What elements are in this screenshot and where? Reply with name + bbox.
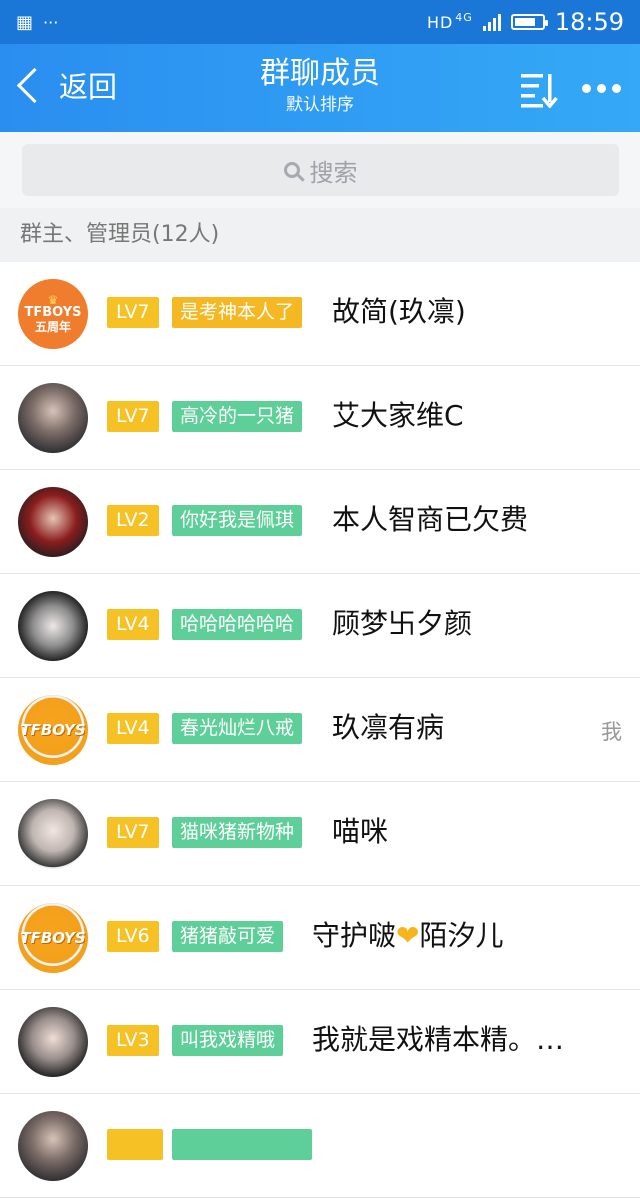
signal-icon — [482, 13, 501, 31]
avatar: TFBOYS — [18, 695, 88, 765]
search-placeholder: 搜索 — [309, 158, 358, 187]
more-options-icon[interactable] — [582, 84, 622, 94]
level-badge: LV7 — [107, 297, 159, 328]
notification-dots-icon: ··· — [43, 12, 59, 32]
avatar-text: TFBOYS — [24, 305, 82, 320]
member-name: 喵咪 — [332, 815, 389, 848]
member-title-badge — [172, 1129, 312, 1160]
avatar — [18, 487, 88, 557]
search-area: 搜索 — [0, 132, 640, 208]
avatar — [18, 1007, 88, 1077]
status-left: ▦ ··· — [16, 12, 58, 33]
list-item[interactable]: LV3 叫我戏精哦 我就是戏精本精。… — [0, 990, 640, 1094]
heart-icon: ❤ — [396, 919, 420, 952]
member-list: ♛ TFBOYS 五周年 LV7 是考神本人了 故简(玖凛) LV7 高冷的一只… — [0, 262, 640, 1198]
list-item[interactable]: LV2 你好我是佩琪 本人智商已欠费 — [0, 470, 640, 574]
list-item[interactable]: TFBOYS LV4 春光灿烂八戒 玖凛有病 我 — [0, 678, 640, 782]
member-title-badge: 春光灿烂八戒 — [172, 713, 303, 744]
member-title-badge: 高冷的一只猪 — [172, 401, 303, 432]
status-bar: ▦ ··· HD 4G 18:59 — [0, 0, 640, 44]
level-badge: LV6 — [107, 921, 159, 952]
avatar — [18, 799, 88, 869]
avatar: TFBOYS — [18, 903, 88, 973]
member-title-badge: 猪猪敲可爱 — [172, 921, 284, 952]
member-name-part: 守护啵 — [312, 919, 397, 952]
avatar — [18, 1111, 88, 1181]
level-badge: LV7 — [107, 817, 159, 848]
list-item[interactable]: LV7 猫咪猪新物种 喵咪 — [0, 782, 640, 886]
list-item[interactable]: ♛ TFBOYS 五周年 LV7 是考神本人了 故简(玖凛) — [0, 262, 640, 366]
level-badge — [107, 1129, 163, 1160]
network-gen: 4G — [455, 10, 473, 24]
avatar-subtext: 五周年 — [34, 320, 71, 334]
level-badge: LV2 — [107, 505, 159, 536]
app-grid-icon: ▦ — [16, 11, 34, 33]
member-name: 顾梦卐夕颜 — [332, 607, 473, 640]
member-name: 艾大家维C — [332, 399, 464, 432]
list-item[interactable]: LV4 哈哈哈哈哈哈 顾梦卐夕颜 — [0, 574, 640, 678]
member-name: 我就是戏精本精。… — [312, 1023, 565, 1056]
member-title-badge: 猫咪猪新物种 — [172, 817, 303, 848]
sort-icon[interactable] — [521, 72, 561, 108]
avatar — [18, 383, 88, 453]
search-icon — [283, 162, 300, 178]
battery-icon — [510, 14, 548, 30]
list-item-partial[interactable] — [0, 1094, 640, 1198]
self-indicator: 我 — [601, 720, 622, 744]
member-title-badge: 哈哈哈哈哈哈 — [172, 609, 303, 640]
level-badge: LV4 — [107, 609, 159, 640]
level-badge: LV7 — [107, 401, 159, 432]
member-name: 本人智商已欠费 — [332, 503, 529, 536]
avatar — [18, 591, 88, 661]
avatar-text: TFBOYS — [20, 929, 86, 947]
member-title-badge: 是考神本人了 — [172, 297, 303, 328]
avatar-text: TFBOYS — [20, 721, 86, 739]
avatar: ♛ TFBOYS 五周年 — [18, 279, 88, 349]
section-header-admins: 群主、管理员(12人) — [0, 208, 640, 262]
clock: 18:59 — [554, 8, 624, 36]
list-item[interactable]: LV7 高冷的一只猪 艾大家维C — [0, 366, 640, 470]
member-name: 故简(玖凛) — [332, 295, 466, 328]
list-item[interactable]: TFBOYS LV6 猪猪敲可爱 守护啵❤陌汐儿 — [0, 886, 640, 990]
level-badge: LV3 — [107, 1025, 159, 1056]
network-type: HD — [426, 12, 454, 32]
member-title-badge: 叫我戏精哦 — [172, 1025, 284, 1056]
member-name: 守护啵❤陌汐儿 — [312, 916, 504, 956]
nav-header: 返回 群聊成员 默认排序 — [0, 44, 640, 132]
member-name: 玖凛有病 — [332, 711, 445, 744]
member-title-badge: 你好我是佩琪 — [172, 505, 303, 536]
status-right: HD 4G 18:59 — [427, 8, 624, 36]
search-input[interactable]: 搜索 — [22, 144, 619, 196]
level-badge: LV4 — [107, 713, 159, 744]
member-name-part: 陌汐儿 — [419, 919, 504, 952]
